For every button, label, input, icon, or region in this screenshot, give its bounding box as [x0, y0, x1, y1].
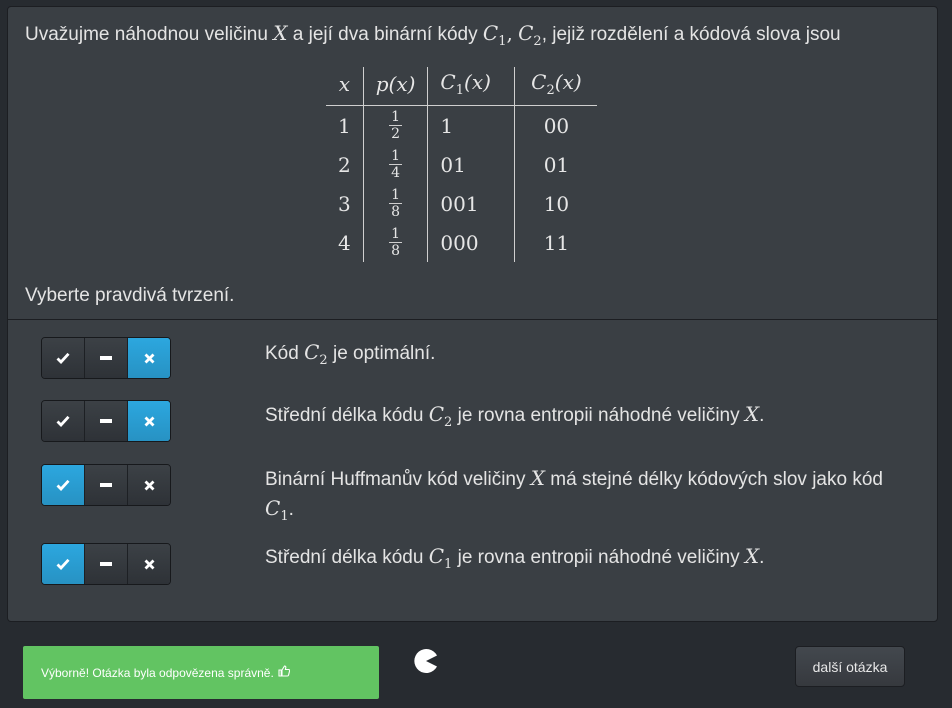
- false-button[interactable]: [128, 401, 170, 441]
- code-table: x p(x) C1(x) C2(x) 1 12 1 00 2 14 01 01 …: [326, 67, 598, 262]
- false-button[interactable]: [128, 338, 170, 378]
- cell-p: 18: [362, 184, 428, 223]
- success-message: Výborně! Otázka byla odpovězena správně.: [41, 665, 274, 680]
- check-icon: [56, 352, 70, 364]
- next-question-button[interactable]: další otázka: [795, 646, 905, 687]
- question-text: Uvažujme náhodnou veličinu X a její dva …: [25, 21, 841, 49]
- header-x: x: [326, 67, 364, 106]
- var-x: X: [273, 21, 288, 45]
- neutral-button[interactable]: [85, 465, 128, 505]
- minus-icon: [100, 483, 112, 487]
- thumbs-up-icon: [278, 665, 291, 680]
- cell-x: 2: [338, 152, 351, 177]
- answer-toggle-group: [41, 400, 171, 442]
- times-icon: [144, 353, 154, 363]
- question-card: Uvažujme náhodnou veličinu X a její dva …: [7, 6, 938, 622]
- false-button[interactable]: [128, 544, 170, 584]
- true-button[interactable]: [42, 465, 85, 505]
- neutral-button[interactable]: [85, 544, 128, 584]
- cell-x: 1: [338, 113, 351, 138]
- neutral-button[interactable]: [85, 338, 128, 378]
- divider: [8, 319, 937, 320]
- code-c2: C2: [518, 21, 542, 49]
- table-header-row: x p(x) C1(x) C2(x): [326, 67, 598, 106]
- pacman-icon: [413, 648, 439, 679]
- cell-p: 14: [362, 145, 428, 184]
- answer-toggle-group: [41, 337, 171, 379]
- check-icon: [56, 558, 70, 570]
- check-icon: [56, 415, 70, 427]
- cell-x: 4: [338, 230, 351, 255]
- table-row: 2 14 01 01: [326, 145, 598, 184]
- comma: ,: [506, 21, 513, 45]
- table-row: 4 18 000 11: [326, 223, 598, 262]
- neutral-button[interactable]: [85, 401, 128, 441]
- intro-text: Uvažujme náhodnou veličinu: [25, 24, 268, 45]
- cell-c2: 11: [514, 223, 598, 262]
- table-row: 3 18 001 10: [326, 184, 598, 223]
- minus-icon: [100, 419, 112, 423]
- statement-3: Binární Huffmanův kód veličiny X má stej…: [265, 466, 883, 524]
- prompt-text: Vyberte pravdivá tvrzení.: [25, 285, 235, 306]
- true-button[interactable]: [42, 401, 85, 441]
- times-icon: [144, 480, 154, 490]
- answer-toggle-group: [41, 464, 171, 506]
- header-p: p(x): [362, 67, 428, 106]
- statement-1: Kód C2 je optimální.: [265, 340, 436, 368]
- times-icon: [144, 416, 154, 426]
- cell-p: 12: [362, 105, 428, 145]
- minus-icon: [100, 356, 112, 360]
- true-button[interactable]: [42, 544, 85, 584]
- cell-c2: 00: [514, 105, 598, 145]
- success-alert: Výborně! Otázka byla odpovězena správně.: [23, 646, 379, 699]
- table-row: 1 12 1 00: [326, 105, 598, 145]
- header-c1: C1(x): [427, 67, 515, 106]
- intro-text-end: , jejiž rozdělení a kódová slova jsou: [541, 24, 841, 45]
- cell-c2: 10: [514, 184, 598, 223]
- true-button[interactable]: [42, 338, 85, 378]
- check-icon: [56, 479, 70, 491]
- cell-c2: 01: [514, 145, 598, 184]
- cell-c1: 001: [427, 184, 515, 223]
- false-button[interactable]: [128, 465, 170, 505]
- cell-p: 18: [362, 223, 428, 262]
- cell-c1: 1: [427, 105, 515, 145]
- statement-2: Střední délka kódu C2 je rovna entropii …: [265, 402, 765, 430]
- intro-text-mid: a její dva binární kódy: [292, 24, 478, 45]
- cell-c1: 01: [427, 145, 515, 184]
- times-icon: [144, 559, 154, 569]
- code-c1: C1: [482, 21, 507, 49]
- header-c2: C2(x): [514, 67, 598, 106]
- minus-icon: [100, 562, 112, 566]
- answer-toggle-group: [41, 543, 171, 585]
- cell-x: 3: [338, 191, 351, 216]
- statement-4: Střední délka kódu C1 je rovna entropii …: [265, 544, 765, 572]
- cell-c1: 000: [427, 223, 515, 262]
